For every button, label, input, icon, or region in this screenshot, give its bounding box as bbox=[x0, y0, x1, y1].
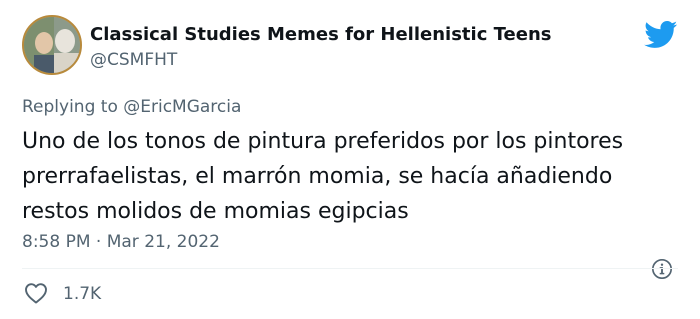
divider bbox=[22, 268, 678, 269]
avatar-image bbox=[24, 17, 80, 73]
display-name[interactable]: Classical Studies Memes for Hellenistic … bbox=[90, 24, 551, 45]
info-icon[interactable] bbox=[651, 258, 673, 280]
heart-icon[interactable] bbox=[24, 282, 48, 304]
twitter-bird-icon[interactable] bbox=[644, 21, 678, 49]
user-handle[interactable]: @CSMFHT bbox=[90, 50, 177, 70]
tweet-meta: 8:58 PM · Mar 21, 2022 bbox=[22, 232, 220, 252]
avatar[interactable] bbox=[22, 15, 82, 75]
reply-mention-link[interactable]: @EricMGarcia bbox=[123, 97, 241, 117]
meta-separator: · bbox=[90, 232, 107, 252]
tweet-date[interactable]: Mar 21, 2022 bbox=[107, 232, 220, 252]
replying-to-prefix: Replying to bbox=[22, 97, 124, 117]
replying-to: Replying to @EricMGarcia bbox=[22, 97, 241, 117]
like-count: 1.7K bbox=[63, 284, 102, 304]
tweet-text: Uno de los tonos de pintura preferidos p… bbox=[22, 129, 624, 224]
tweet-time[interactable]: 8:58 PM bbox=[22, 232, 91, 252]
